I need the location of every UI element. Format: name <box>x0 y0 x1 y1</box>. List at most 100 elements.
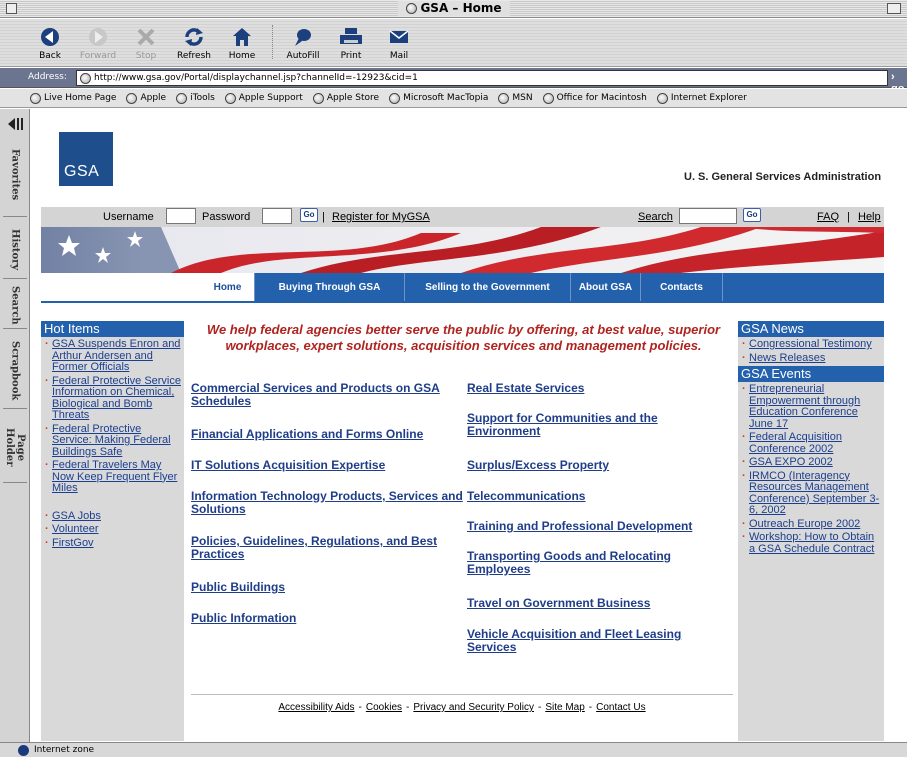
sidebar-link[interactable]: GSA EXPO 2002 <box>749 456 833 468</box>
forward-arrow-icon <box>87 26 109 48</box>
sidebar-list-item[interactable]: Federal Protective Service Information o… <box>44 375 182 422</box>
favorite-item[interactable]: MSN <box>498 92 533 104</box>
sidebar-link[interactable]: Federal Protective Service Information o… <box>52 375 181 422</box>
sidebar-list-item[interactable]: IRMCO (Interagency Resources Management … <box>741 470 882 517</box>
nav-buying[interactable]: Buying Through GSA <box>255 273 405 301</box>
stop-button[interactable]: Stop <box>122 19 170 65</box>
collapse-sidebar-icon[interactable] <box>8 117 24 131</box>
service-link[interactable]: Policies, Guidelines, Regulations, and B… <box>191 535 466 561</box>
service-link[interactable]: Support for Communities and the Environm… <box>467 412 729 438</box>
sidebar-link[interactable]: Federal Travelers May Now Keep Frequent … <box>52 459 177 494</box>
sidebar-link[interactable]: Volunteer <box>52 523 98 535</box>
footer-links: Accessibility Aids - Cookies - Privacy and S… <box>191 702 733 713</box>
sidebar-list-item[interactable]: Volunteer <box>44 523 182 536</box>
service-link[interactable]: Travel on Government Business <box>467 597 729 610</box>
register-link[interactable]: Register for MyGSA <box>332 211 430 223</box>
sidebar-link[interactable]: Congressional Testimony <box>749 338 872 350</box>
go-arrow-icon: › <box>891 71 895 83</box>
service-link[interactable]: Training and Professional Development <box>467 520 729 533</box>
service-link[interactable]: Surplus/Excess Property <box>467 459 729 472</box>
favorite-item[interactable]: Internet Explorer <box>656 92 747 104</box>
sidebar-list-item[interactable]: Federal Protective Service: Making Feder… <box>44 423 182 459</box>
search-input[interactable] <box>679 208 737 224</box>
service-link[interactable]: Public Information <box>191 612 466 625</box>
sidebar-link[interactable]: FirstGov <box>52 537 94 549</box>
service-link[interactable]: Transporting Goods and Relocating Employ… <box>467 550 729 576</box>
sidetab-favorites[interactable]: Favorites <box>3 133 27 217</box>
print-button[interactable]: Print <box>327 19 375 65</box>
close-box[interactable] <box>6 3 17 14</box>
footer-link[interactable]: Contact Us <box>596 702 645 713</box>
favorite-item[interactable]: Live Home Page <box>30 92 116 104</box>
sidebar-link[interactable]: Federal Acquisition Conference 2002 <box>749 431 842 455</box>
sidetab-search[interactable]: Search <box>3 283 27 329</box>
username-input[interactable] <box>166 208 196 224</box>
home-button[interactable]: Home <box>218 19 266 65</box>
sidebar-link[interactable]: Workshop: How to Obtain a GSA Schedule C… <box>749 531 874 555</box>
favorite-item[interactable]: Apple <box>126 92 166 104</box>
sidebar-list-item[interactable]: FirstGov <box>44 537 182 550</box>
nav-home[interactable]: Home <box>201 273 255 301</box>
nav-contacts[interactable]: Contacts <box>641 273 723 301</box>
back-button[interactable]: Back <box>26 19 74 65</box>
faq-link[interactable]: FAQ <box>817 211 839 223</box>
zoom-box[interactable] <box>887 3 901 14</box>
sidebar-list-item[interactable]: GSA EXPO 2002 <box>741 456 882 469</box>
service-link[interactable]: Telecommunications <box>467 490 729 503</box>
gsa-logo[interactable]: GSA <box>59 132 113 186</box>
sidebar-link[interactable]: GSA Jobs <box>52 510 101 522</box>
search-go-button[interactable]: Go <box>743 208 761 222</box>
favorite-item[interactable]: iTools <box>176 92 215 104</box>
footer-link[interactable]: Privacy and Security Policy <box>413 702 534 713</box>
sidebar-link[interactable]: News Releases <box>749 352 825 364</box>
favorite-globe-icon <box>656 92 668 104</box>
password-input[interactable] <box>262 208 292 224</box>
sidebar-list-item[interactable]: Entrepreneurial Empowerment through Educ… <box>741 383 882 430</box>
forward-button[interactable]: Forward <box>74 19 122 65</box>
search-label[interactable]: Search <box>638 211 673 223</box>
autofill-button[interactable]: AutoFill <box>279 19 327 65</box>
footer-link[interactable]: Accessibility Aids <box>278 702 354 713</box>
service-link[interactable]: IT Solutions Acquisition Expertise <box>191 459 466 472</box>
sidebar-list-item[interactable]: News Releases <box>741 352 882 365</box>
sidebar-link[interactable]: IRMCO (Interagency Resources Management … <box>749 470 879 517</box>
stop-x-icon <box>136 26 156 48</box>
url-input[interactable]: http://www.gsa.gov/Portal/displaychannel… <box>76 70 888 86</box>
footer-link[interactable]: Site Map <box>545 702 584 713</box>
sidebar-link[interactable]: Entrepreneurial Empowerment through Educ… <box>749 383 860 430</box>
sidebar-link[interactable]: Outreach Europe 2002 <box>749 518 860 530</box>
sidebar-list-item[interactable]: Congressional Testimony <box>741 338 882 351</box>
nav-selling[interactable]: Selling to the Government <box>405 273 571 301</box>
sidebar-list-item[interactable]: Federal Acquisition Conference 2002 <box>741 431 882 455</box>
sidebar-link[interactable]: Federal Protective Service: Making Feder… <box>52 423 171 458</box>
footer-link[interactable]: Cookies <box>366 702 402 713</box>
sidebar-list-item[interactable]: GSA Jobs <box>44 510 182 523</box>
sidetab-scrapbook[interactable]: Scrapbook <box>3 333 27 409</box>
sidetab-page-holder[interactable]: Page Holder <box>3 413 27 483</box>
service-link[interactable]: Financial Applications and Forms Online <box>191 428 466 441</box>
sidebar-list-item[interactable]: Workshop: How to Obtain a GSA Schedule C… <box>741 531 882 555</box>
favorite-globe-icon <box>126 92 138 104</box>
login-go-button[interactable]: Go <box>300 208 318 222</box>
sidebar-link[interactable]: GSA Suspends Enron and Arthur Andersen a… <box>52 338 180 373</box>
sidebar-list-item[interactable]: GSA Suspends Enron and Arthur Andersen a… <box>44 338 182 374</box>
favorite-item[interactable]: Office for Macintosh <box>542 92 647 104</box>
favorite-item[interactable]: Microsoft MacTopia <box>389 92 488 104</box>
service-link[interactable]: Real Estate Services <box>467 382 729 395</box>
refresh-button[interactable]: Refresh <box>170 19 218 65</box>
favorite-globe-icon <box>498 92 510 104</box>
service-link[interactable]: Commercial Services and Products on GSA … <box>191 382 466 408</box>
service-link[interactable]: Information Technology Products, Service… <box>191 490 466 516</box>
service-link[interactable]: Public Buildings <box>191 581 466 594</box>
service-link[interactable]: Vehicle Acquisition and Fleet Leasing Se… <box>467 628 729 654</box>
help-link[interactable]: Help <box>858 211 881 223</box>
page-icon <box>80 72 91 84</box>
favorite-item[interactable]: Apple Store <box>312 92 379 104</box>
nav-about[interactable]: About GSA <box>571 273 641 301</box>
sidetab-history[interactable]: History <box>3 221 27 279</box>
events-title: GSA Events <box>738 366 884 382</box>
sidebar-list-item[interactable]: Federal Travelers May Now Keep Frequent … <box>44 459 182 495</box>
mail-button[interactable]: Mail <box>375 19 423 65</box>
favorite-item[interactable]: Apple Support <box>224 92 303 104</box>
sidebar-list-item[interactable]: Outreach Europe 2002 <box>741 518 882 531</box>
